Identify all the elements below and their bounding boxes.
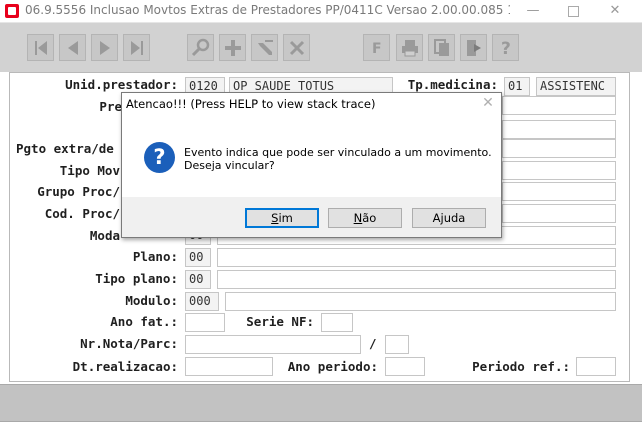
next-record-icon [100, 41, 110, 55]
dt-realizacao-label: Dt.realizacao: [72, 359, 178, 374]
prestador-name-field[interactable] [502, 96, 616, 115]
copy-button[interactable] [428, 34, 455, 61]
first-record-button[interactable] [27, 34, 54, 61]
yes-button[interactable]: Sim [245, 208, 319, 228]
nr-parc-field[interactable] [385, 335, 409, 354]
delete-button[interactable] [283, 34, 310, 61]
title-bar: 06.9.5556 Inclusao Movtos Extras de Pres… [0, 0, 642, 23]
exit-button[interactable] [460, 34, 487, 61]
periodo-ref-field[interactable] [576, 357, 616, 376]
field-button[interactable]: F [363, 34, 390, 61]
svg-text:?: ? [501, 39, 511, 58]
tipo-plano-name-field[interactable] [217, 270, 616, 289]
tipo-mov-label: Tipo Mov [59, 163, 120, 178]
modalidade-label: Moda [89, 228, 120, 243]
window-title: 06.9.5556 Inclusao Movtos Extras de Pres… [25, 3, 510, 17]
unid-prestador-label: Unid.prestador: [65, 77, 178, 92]
last-record-button[interactable] [123, 34, 150, 61]
periodo-ref-label: Periodo ref.: [472, 359, 570, 374]
cod-proc-label: Cod. Proc/ [44, 206, 120, 221]
minimize-button[interactable]: — [516, 2, 550, 20]
status-bar [0, 384, 642, 422]
maximize-button[interactable] [556, 2, 590, 20]
tp-medicina-label: Tp.medicina: [407, 77, 498, 92]
no-button[interactable]: Não [328, 208, 402, 228]
serie-nf-label: Serie NF: [246, 314, 314, 329]
plano-name-field[interactable] [217, 248, 616, 267]
grupo-proc-label: Grupo Proc/ [37, 184, 120, 199]
tipo-plano-code-field[interactable]: 00 [185, 270, 211, 289]
close-button[interactable]: ✕ [598, 2, 632, 20]
help-dialog-button[interactable]: Ajuda [412, 208, 486, 228]
first-record-icon [35, 41, 47, 55]
prestador-label: Pre [99, 99, 122, 114]
modulo-name-field[interactable] [225, 292, 616, 311]
nr-nota-label: Nr.Nota/Parc: [80, 336, 178, 351]
previous-record-icon [68, 41, 78, 55]
last-record-icon [131, 41, 143, 55]
modulo-label: Modulo: [125, 293, 178, 308]
dialog-close-icon[interactable]: ✕ [480, 95, 496, 111]
field-icon: F [372, 41, 382, 57]
help-icon: ? [501, 39, 511, 58]
edit-button[interactable] [251, 34, 278, 61]
edit-icon [258, 40, 273, 55]
dialog-body: ? Evento indica que pode ser vinculado a… [122, 117, 501, 197]
dialog-message-line2: Deseja vincular? [184, 159, 275, 172]
maximize-icon [567, 6, 579, 17]
confirmation-dialog: Atencao!!! (Press HELP to view stack tra… [121, 92, 502, 238]
copy-icon [434, 39, 449, 56]
help-button[interactable]: ? [492, 34, 519, 61]
search-button[interactable] [187, 34, 214, 61]
add-icon [225, 40, 241, 56]
dialog-message-line1: Evento indica que pode ser vinculado a u… [184, 146, 492, 159]
exit-icon [467, 40, 481, 56]
dialog-title-bar: Atencao!!! (Press HELP to view stack tra… [122, 93, 501, 117]
nr-nota-field[interactable] [185, 335, 361, 354]
svg-text:F: F [372, 41, 382, 57]
next-record-button[interactable] [91, 34, 118, 61]
plano-label: Plano: [132, 249, 178, 264]
toolbar: F ? [0, 23, 642, 72]
pgto-extra-field[interactable] [502, 139, 616, 158]
ano-periodo-field[interactable] [385, 357, 425, 376]
print-button[interactable] [396, 34, 423, 61]
question-icon: ? [144, 142, 175, 173]
cod-proc-field[interactable] [502, 204, 616, 223]
add-button[interactable] [219, 34, 246, 61]
tp-medicina-name-field[interactable]: ASSISTENC [536, 77, 616, 96]
search-icon [191, 38, 210, 57]
pgto-extra-label: Pgto extra/de [16, 141, 114, 156]
nr-nota-separator: / [369, 336, 377, 351]
plano-code-field[interactable]: 00 [185, 248, 211, 267]
yes-button-label: im [278, 211, 293, 225]
modulo-code-field[interactable]: 000 [185, 292, 219, 311]
grupo-proc-field[interactable] [502, 182, 616, 201]
app-icon [5, 4, 19, 18]
no-button-label: ão [362, 211, 377, 225]
no-button-mnemonic: N [353, 211, 363, 225]
ano-fat-label: Ano fat.: [110, 314, 178, 329]
dt-realizacao-field[interactable] [185, 357, 273, 376]
dialog-title: Atencao!!! (Press HELP to view stack tra… [126, 97, 376, 111]
ano-periodo-label: Ano periodo: [287, 359, 378, 374]
serie-nf-field[interactable] [321, 313, 353, 332]
tp-medicina-code-field[interactable]: 01 [504, 77, 530, 96]
bottom-area [0, 422, 642, 445]
previous-record-button[interactable] [59, 34, 86, 61]
delete-icon [289, 40, 305, 56]
ano-fat-field[interactable] [185, 313, 225, 332]
tipo-mov-field[interactable] [502, 161, 616, 180]
tipo-plano-label: Tipo plano: [95, 271, 178, 286]
prestador-extra-field[interactable] [502, 120, 616, 139]
print-icon [402, 40, 418, 57]
